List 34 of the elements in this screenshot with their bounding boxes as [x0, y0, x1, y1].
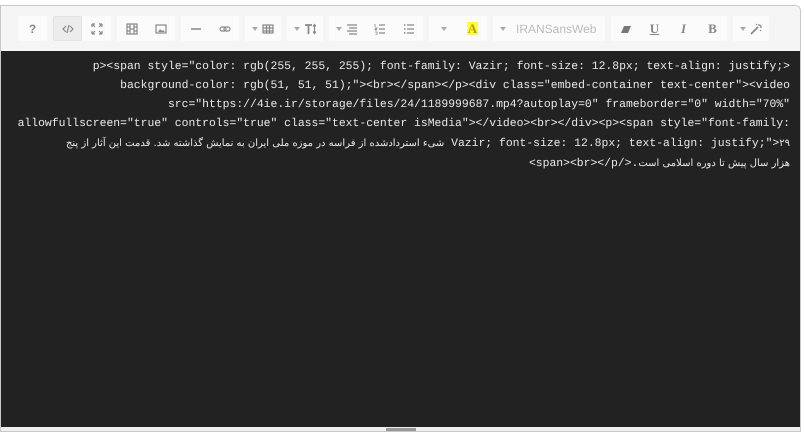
font-size-button[interactable]	[287, 16, 323, 41]
picture-icon	[154, 22, 166, 34]
horizontal-rule-button[interactable]	[181, 16, 210, 41]
link-button[interactable]	[210, 16, 239, 41]
align-icon	[346, 22, 358, 34]
magic-wand-icon	[750, 22, 762, 34]
code-line: background-color: rgb(51, 51, 51);"><br></span></p><div class="embed-container text-center"><video	[120, 78, 790, 94]
code-line: src="https://4ie.ir/storage/files/24/1189999687.mp4?autoplay=0" frameborder="0" width="70%"	[168, 98, 790, 113]
table-button[interactable]	[245, 16, 281, 41]
highlight-color-button[interactable]: A	[458, 16, 487, 41]
video-button[interactable]	[117, 16, 146, 41]
film-icon	[126, 22, 138, 34]
bold-button[interactable]: B	[698, 16, 727, 41]
fullscreen-button[interactable]	[82, 16, 111, 41]
italic-button[interactable]: I	[669, 16, 698, 41]
underline-button[interactable]: U	[640, 16, 669, 41]
ordered-list-icon	[374, 22, 386, 34]
help-button[interactable]: ?	[18, 16, 47, 41]
table-icon	[262, 22, 274, 34]
text-height-icon	[304, 22, 316, 34]
unordered-list-button[interactable]	[394, 16, 423, 41]
paragraph-button[interactable]	[329, 16, 365, 41]
code-line: allowfullscreen="true" controls="true" class="text-center isMedia"></video><br></div><p><span style="font-family:	[18, 116, 790, 132]
picture-button[interactable]	[146, 16, 175, 41]
clear-format-button[interactable]	[611, 16, 640, 41]
font-family-button[interactable]: IRANSansWeb	[493, 16, 605, 41]
resize-bar[interactable]	[1, 427, 800, 431]
resize-handle-icon[interactable]	[386, 427, 416, 431]
unordered-list-icon	[402, 22, 414, 34]
code-line: p><span style="color: rgb(255, 255, 255); font-family: Vazir; font-size: 12.8px; text-align: justify;>	[92, 60, 790, 75]
style-button[interactable]	[733, 16, 769, 41]
fullscreen-icon	[90, 22, 102, 34]
code-icon	[62, 22, 74, 34]
code-view-button[interactable]	[53, 16, 82, 41]
